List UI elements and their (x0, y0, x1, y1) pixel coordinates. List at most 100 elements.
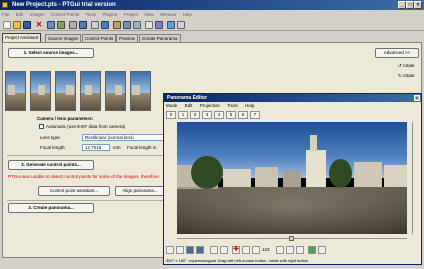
tab-project-assistant[interactable]: Project Assistant (2, 33, 42, 42)
image-button[interactable]: 0 (166, 111, 176, 119)
panorama-editor-window: Panorama Editor × Mode Edit Projection T… (163, 93, 422, 265)
thumbnail-image[interactable] (105, 71, 126, 111)
straighten-icon[interactable] (276, 246, 284, 254)
zoom-icon[interactable] (210, 246, 218, 254)
editor-menu-projection[interactable]: Projection (200, 102, 220, 110)
optimizer-icon[interactable] (79, 21, 87, 29)
auto-exif-label: Automatic (use EXIF data from camera) (46, 124, 126, 129)
thumbnail-image[interactable] (30, 71, 51, 111)
separator (7, 200, 164, 201)
panorama-editor-titlebar: Panorama Editor × (164, 94, 421, 102)
menu-help[interactable]: Help (183, 10, 192, 19)
source-image-thumbnails (5, 71, 160, 111)
thumbnail-image[interactable] (5, 71, 26, 111)
source-images-icon[interactable] (57, 21, 65, 29)
editor-status-bar: 360° x 180°, equirectangular Drag with l… (166, 258, 309, 263)
fit-icon[interactable] (220, 246, 228, 254)
image-button[interactable]: 4 (214, 111, 224, 119)
new-project-icon[interactable] (3, 21, 11, 29)
window-title: New Project.pts - PTGui trial version (12, 2, 116, 8)
menu-edit[interactable]: Edit (16, 10, 24, 19)
menu-control-points[interactable]: Control Points (51, 10, 79, 19)
editor-menu-edit[interactable]: Edit (185, 102, 193, 110)
thumbnail-image[interactable] (55, 71, 76, 111)
thumbnail-image[interactable] (130, 71, 151, 111)
tab-preview[interactable]: Preview (116, 34, 139, 42)
thumbnail-image[interactable] (80, 71, 101, 111)
toolbar: ✕ (0, 19, 424, 31)
settings-icon[interactable] (318, 246, 326, 254)
close-button[interactable]: × (414, 1, 422, 9)
panorama-editor-icon[interactable] (101, 21, 109, 29)
tab-control-points[interactable]: Control Points (82, 34, 117, 42)
minimize-button[interactable]: _ (398, 1, 406, 9)
advanced-button[interactable]: Advanced >> (375, 48, 419, 58)
grid-icon[interactable] (296, 246, 304, 254)
generate-control-points-button[interactable]: 2. Generate control points... (8, 160, 94, 170)
focal-length-input[interactable]: 12.7015 (82, 144, 110, 151)
image-button[interactable]: 2 (190, 111, 200, 119)
ptgui-app-icon (2, 2, 8, 8)
focal-length-unit: mm (113, 145, 121, 150)
close-icon[interactable]: × (414, 95, 420, 101)
create-panorama-button[interactable]: 3. Create panorama... (8, 203, 94, 213)
about-icon[interactable] (177, 21, 185, 29)
tab-source-images[interactable]: Source Images (45, 34, 82, 42)
rotate-cw-label[interactable]: ↻ rotate (398, 73, 415, 79)
mode-icon[interactable] (166, 246, 174, 254)
lens-type-label: Lens type: (40, 135, 61, 140)
preview-stitch-icon[interactable] (308, 246, 316, 254)
auto-exif-checkbox[interactable] (39, 124, 44, 129)
image-button[interactable]: 1 (178, 111, 188, 119)
delete-icon[interactable]: ✕ (35, 21, 43, 29)
mask-icon[interactable] (113, 21, 121, 29)
menu-images[interactable]: Images (30, 10, 45, 19)
numbers-toggle-icon[interactable] (242, 246, 250, 254)
center-point-icon[interactable]: ✚ (232, 246, 240, 254)
num-images-icon[interactable] (186, 246, 194, 254)
vertical-pan-slider[interactable] (410, 122, 416, 234)
image-button[interactable]: 3 (202, 111, 212, 119)
menu-project[interactable]: Project (124, 10, 138, 19)
maximize-button[interactable]: □ (406, 1, 414, 9)
viewer-icon[interactable] (155, 21, 163, 29)
control-point-assistant-button[interactable]: Control point assistant... (38, 186, 110, 196)
align-icon[interactable] (252, 246, 260, 254)
preview-icon[interactable] (91, 21, 99, 29)
menu-tools[interactable]: Tools (86, 10, 97, 19)
control-points-warning: PTGui was unable to detect control point… (8, 174, 159, 179)
image-button[interactable]: 5 (226, 111, 236, 119)
menu-window[interactable]: Window (160, 10, 176, 19)
select-source-images-button[interactable]: 1. Select source images... (8, 48, 94, 58)
editor-menu-help[interactable]: Help (245, 102, 254, 110)
vertical-line-icon[interactable] (286, 246, 294, 254)
camera-lens-heading: Camera / lens parameters: (37, 116, 94, 121)
window-titlebar: New Project.pts - PTGui trial version _ … (0, 0, 424, 10)
stitch-icon[interactable] (133, 21, 141, 29)
batch-icon[interactable] (123, 21, 131, 29)
save-icon[interactable] (23, 21, 31, 29)
editor-menubar: Mode Edit Projection Tools Help (164, 102, 421, 110)
editor-menu-mode[interactable]: Mode (166, 102, 177, 110)
control-points-icon[interactable] (69, 21, 77, 29)
align-panorama-button[interactable]: Align panorama... (115, 186, 165, 196)
edit-individual-icon[interactable] (176, 246, 184, 254)
editor-menu-tools[interactable]: Tools (227, 102, 238, 110)
menu-view[interactable]: View (144, 10, 154, 19)
zoom-readout: 123 (262, 247, 270, 252)
open-folder-icon[interactable] (13, 21, 21, 29)
menu-plugins[interactable]: Plugins (103, 10, 118, 19)
blend-icon[interactable] (196, 246, 204, 254)
lens-type-select[interactable]: Rectilinear (normal lens) (82, 134, 164, 141)
horizontal-pan-slider[interactable] (177, 236, 407, 242)
menubar: File Edit Images Control Points Tools Pl… (0, 10, 424, 19)
image-button[interactable]: 7 (250, 111, 260, 119)
tab-create-panorama[interactable]: Create Panorama (139, 34, 181, 42)
menu-file[interactable]: File (2, 10, 9, 19)
image-button[interactable]: 6 (238, 111, 248, 119)
help-icon[interactable] (167, 21, 175, 29)
rotate-ccw-label[interactable]: ↺ rotate (398, 63, 415, 69)
panorama-preview[interactable] (177, 122, 407, 234)
tool-icon[interactable] (145, 21, 153, 29)
add-images-icon[interactable] (47, 21, 55, 29)
